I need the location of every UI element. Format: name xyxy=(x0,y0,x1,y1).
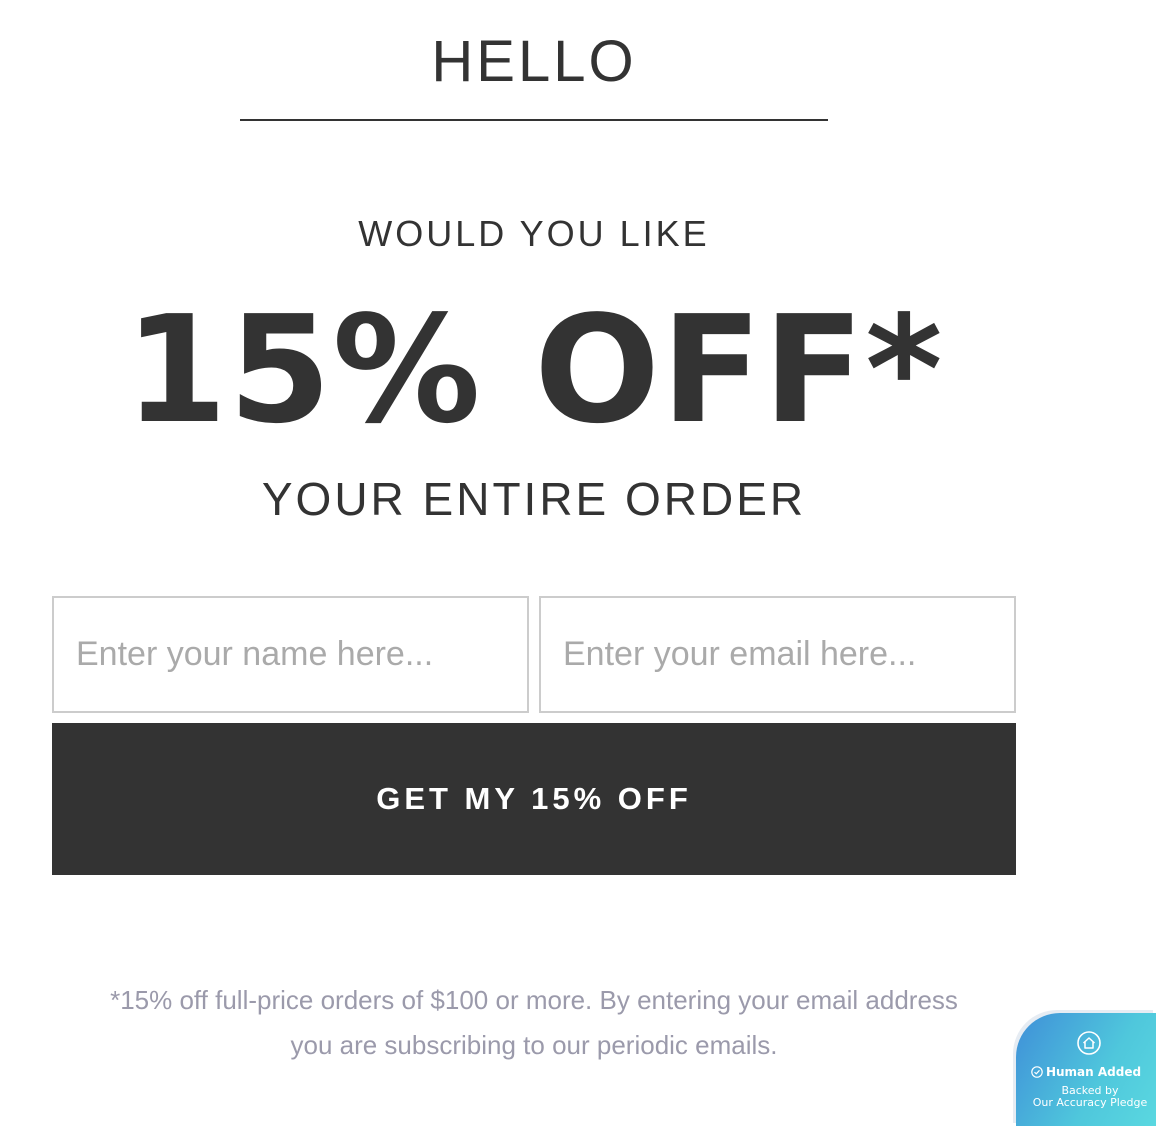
offer-outro: YOUR ENTIRE ORDER xyxy=(261,473,807,525)
greeting-divider xyxy=(240,119,828,121)
signup-popup: HELLO WOULD YOU LIKE 15% OFF* YOUR ENTIR… xyxy=(0,0,1156,1126)
disclaimer-line-2: you are subscribing to our periodic emai… xyxy=(290,1030,778,1060)
badge-title: Human Added xyxy=(1045,1065,1142,1079)
badge-subtitle: Backed by Our Accuracy Pledge xyxy=(1016,1085,1156,1109)
greeting-heading: HELLO xyxy=(431,29,637,94)
check-circle-icon xyxy=(1031,1066,1043,1078)
disclaimer-line-1: *15% off full-price orders of $100 or mo… xyxy=(110,985,958,1015)
disclaimer-text: *15% off full-price orders of $100 or mo… xyxy=(40,978,1028,1068)
accuracy-pledge-badge[interactable]: Human Added Backed by Our Accuracy Pledg… xyxy=(1016,1013,1156,1126)
email-input[interactable] xyxy=(539,596,1016,713)
badge-subtitle-line-2: Our Accuracy Pledge xyxy=(1032,1096,1148,1109)
badge-title-row: Human Added xyxy=(1016,1065,1156,1079)
offer-intro: WOULD YOU LIKE xyxy=(358,213,710,254)
home-icon xyxy=(1077,1031,1101,1055)
get-discount-button[interactable]: GET MY 15% OFF xyxy=(52,723,1016,875)
offer-headline: 15% OFF* xyxy=(124,284,944,456)
name-input[interactable] xyxy=(52,596,529,713)
